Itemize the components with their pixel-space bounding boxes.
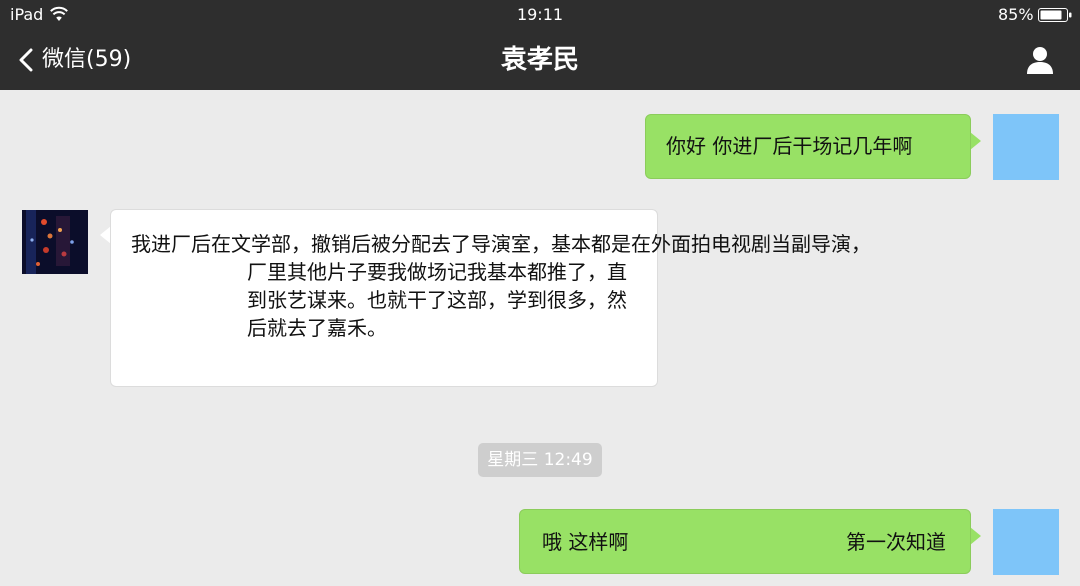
status-time: 19:11	[516, 5, 564, 24]
contact-avatar[interactable]	[22, 210, 88, 274]
chat-title: 袁孝民	[500, 45, 579, 75]
status-bar: iPad 19:11 85%	[0, 0, 1080, 30]
message-text: 你好 你进厂后干场记几年啊	[666, 134, 913, 158]
message-text-left: 哦 这样啊	[542, 529, 629, 554]
message-bubble-outgoing[interactable]: 你好 你进厂后干场记几年啊	[645, 114, 971, 179]
header: iPad 19:11 85% 微信(59) 袁孝民	[0, 0, 1080, 90]
my-avatar[interactable]	[993, 509, 1059, 575]
message-bubble-incoming[interactable]: 我进厂后在文学部，撤销后被分配去了导演室，基本都是在外面拍电视剧当副导演， 厂里…	[110, 209, 871, 387]
message-text: 厂里其他片子要我做场记我基本都推了，直到张艺谋来。也就干了这部，学到很多，然后就…	[247, 260, 627, 340]
bubble-tail	[970, 132, 981, 150]
contact-avatar-image	[22, 210, 88, 274]
person-icon[interactable]	[1024, 44, 1056, 76]
message-text-right: 第一次知道	[846, 529, 946, 554]
timestamp-divider: 星期三 12:49	[478, 443, 602, 477]
battery-percent: 85%	[998, 5, 1034, 24]
my-avatar[interactable]	[993, 114, 1059, 180]
bubble-tail	[970, 527, 981, 545]
battery-icon	[1038, 8, 1072, 22]
message-bubble-outgoing[interactable]: 哦 这样啊 第一次知道	[519, 509, 971, 574]
message-text: 我进厂后在文学部，撤销后被分配去了导演室，基本都是在外面拍电视剧当副导演，	[131, 232, 871, 256]
